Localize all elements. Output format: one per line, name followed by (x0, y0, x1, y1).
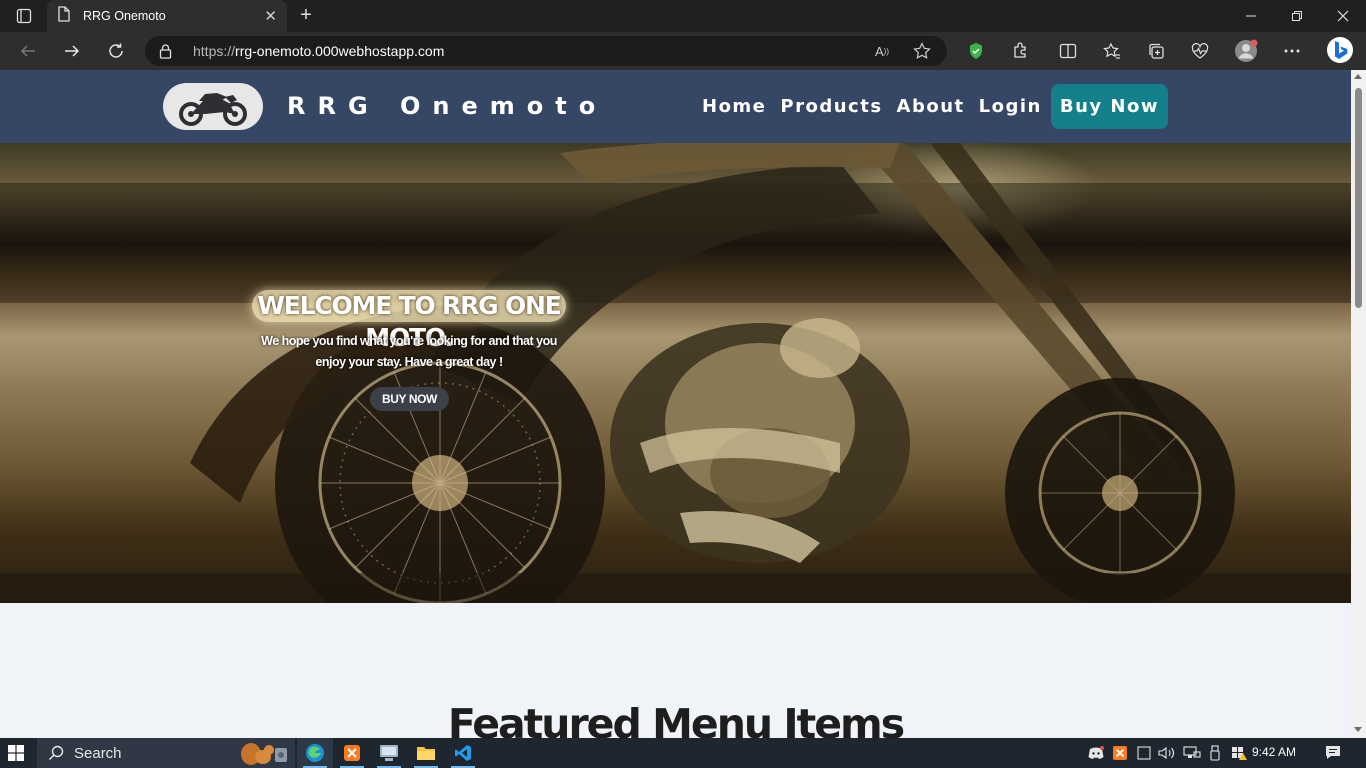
browser-tab-bar: RRG Onemoto ✕ + (0, 0, 1366, 32)
browser-toolbar: https://rrg-onemoto.000webhostapp.com A)… (0, 32, 1366, 70)
url-text[interactable]: https://rrg-onemoto.000webhostapp.com (193, 43, 444, 59)
minimize-icon[interactable] (1228, 0, 1274, 32)
taskbar-search-box[interactable]: Search (37, 738, 295, 768)
taskbar-xampp-app[interactable] (334, 738, 370, 768)
read-aloud-icon[interactable]: A)) (871, 41, 893, 61)
app-window-icon (380, 745, 398, 761)
scroll-thumb[interactable] (1355, 88, 1362, 308)
page-scrollbar[interactable] (1351, 70, 1366, 738)
scroll-down-icon[interactable] (1354, 727, 1362, 732)
main-nav: Home Products About Login Buy Now (695, 84, 1168, 129)
hero-buy-now-button[interactable]: BUY NOW (370, 387, 449, 411)
new-tab-icon[interactable]: + (294, 4, 318, 28)
address-bar[interactable]: https://rrg-onemoto.000webhostapp.com A)… (145, 36, 947, 66)
taskbar-edge-app[interactable] (297, 738, 333, 768)
search-highlight-squirrel-icon (241, 743, 287, 765)
nav-login-link[interactable]: Login (972, 84, 1049, 129)
more-options-icon[interactable] (1280, 39, 1304, 63)
restore-icon[interactable] (1274, 0, 1320, 32)
notifications-icon[interactable] (1325, 745, 1341, 766)
refresh-icon[interactable] (104, 39, 128, 63)
windows-taskbar: Search 9:42 AM (0, 738, 1366, 768)
bing-chat-icon[interactable] (1326, 36, 1354, 64)
network-icon[interactable] (1183, 745, 1201, 761)
back-icon[interactable] (16, 39, 40, 63)
brand-name[interactable]: RRG Onemoto (287, 92, 607, 120)
motorcycle-logo-icon (179, 92, 247, 126)
vscode-icon (455, 745, 471, 761)
nav-buy-now-button[interactable]: Buy Now (1050, 84, 1168, 129)
nav-home-link[interactable]: Home (695, 84, 773, 129)
system-clock[interactable]: 9:42 AM (1252, 745, 1296, 759)
extensions-icon[interactable] (1008, 39, 1032, 63)
tab-close-icon[interactable]: ✕ (264, 7, 277, 25)
hero-banner: WELCOME TO RRG ONE MOTO. We hope you fin… (0, 143, 1351, 603)
discord-tray-icon[interactable] (1087, 745, 1105, 761)
collections-icon[interactable] (1144, 39, 1168, 63)
motorcycle-hero-image (0, 143, 1351, 603)
url-protocol: https:// (193, 43, 236, 59)
taskbar-file-explorer[interactable] (408, 738, 444, 768)
taskbar-app-window[interactable] (371, 738, 407, 768)
security-warning-icon[interactable] (1230, 745, 1248, 761)
nav-about-link[interactable]: About (890, 84, 972, 129)
search-icon (48, 745, 64, 761)
scroll-up-icon[interactable] (1354, 74, 1362, 79)
hero-title: WELCOME TO RRG ONE MOTO. (252, 290, 566, 352)
site-logo[interactable] (163, 83, 263, 130)
xampp-icon (344, 745, 360, 761)
shield-extension-icon[interactable] (964, 39, 988, 63)
lock-icon[interactable] (159, 43, 172, 64)
close-window-icon[interactable] (1320, 0, 1366, 32)
performance-icon[interactable] (1188, 39, 1212, 63)
profile-avatar-icon[interactable] (1234, 39, 1258, 63)
featured-section-title: Featured Menu Items (447, 700, 905, 738)
site-header: RRG Onemoto Home Products About Login Bu… (0, 70, 1351, 143)
forward-icon[interactable] (60, 39, 84, 63)
taskbar-vscode-app[interactable] (445, 738, 481, 768)
browser-tab[interactable]: RRG Onemoto ✕ (47, 0, 287, 32)
tab-actions-icon[interactable] (8, 4, 40, 28)
edge-icon (306, 744, 324, 762)
nav-products-link[interactable]: Products (773, 84, 889, 129)
url-host: rrg-onemoto.000webhostapp.com (235, 43, 445, 59)
xampp-tray-icon[interactable] (1111, 745, 1129, 761)
usb-device-icon[interactable] (1206, 745, 1224, 761)
folder-icon (417, 747, 435, 760)
web-page: RRG Onemoto Home Products About Login Bu… (0, 70, 1351, 738)
volume-icon[interactable] (1158, 745, 1176, 761)
windows-start-icon[interactable] (8, 745, 24, 761)
split-screen-icon[interactable] (1056, 39, 1080, 63)
tray-app-icon[interactable] (1135, 745, 1153, 761)
tab-title: RRG Onemoto (83, 9, 166, 23)
search-label: Search (74, 744, 122, 762)
favorites-icon[interactable] (1100, 39, 1124, 63)
page-icon (57, 5, 71, 27)
hero-subtitle: We hope you find what you're looking for… (261, 334, 557, 369)
favorite-star-icon[interactable] (911, 41, 933, 61)
